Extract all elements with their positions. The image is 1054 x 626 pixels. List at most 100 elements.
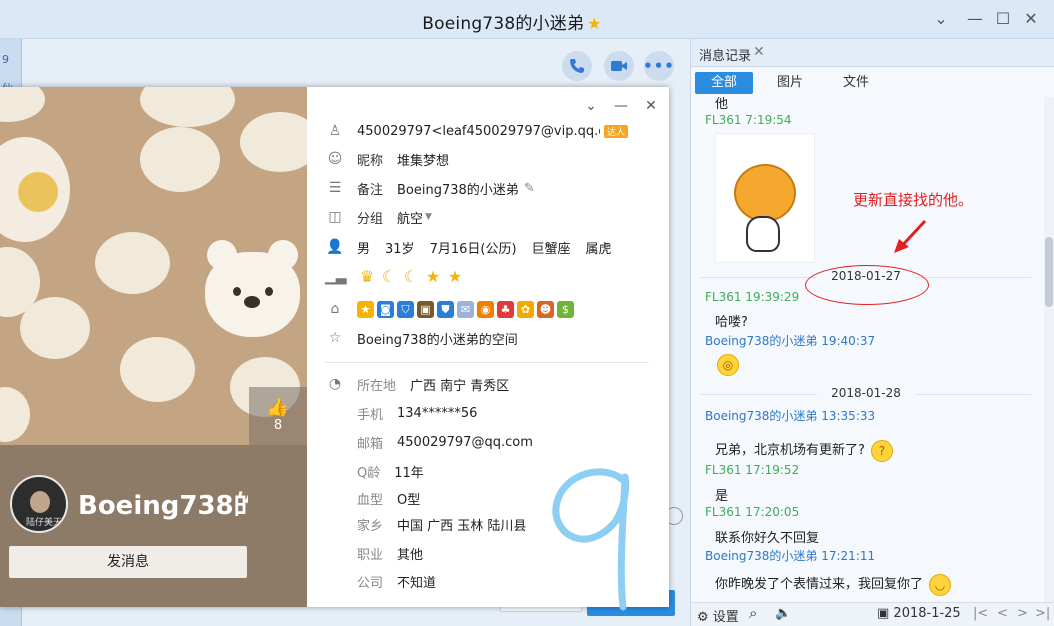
send-message-button[interactable]: 发消息 [9, 546, 247, 578]
qq-account: 450029797<leaf450029797@vip.qq.c [357, 123, 600, 139]
avatar[interactable]: 陆仔美天 [10, 475, 68, 533]
filter-all[interactable]: 全部 [695, 72, 753, 94]
more-icon: ••• [643, 57, 675, 75]
search-icon[interactable]: ⌕ [749, 604, 757, 622]
security-service-icon[interactable]: ⛊ [437, 300, 454, 318]
group-row: ◫ 分组 航空 ▼ [325, 205, 432, 229]
hometown-row: 家乡 中国 广西 玉林 陆川县 [325, 512, 526, 536]
qzone-link[interactable]: Boeing738的小迷弟的空间 [357, 329, 518, 348]
shield-service-icon[interactable]: ⛉ [397, 300, 414, 318]
sticker-image[interactable] [715, 133, 815, 263]
message-sender: Boeing738的小迷弟 19:40:37 [705, 334, 876, 348]
close-card-button[interactable]: ✕ [642, 97, 660, 115]
qage-row: Q龄 11年 [325, 459, 424, 483]
blood-label: 血型 [357, 492, 384, 508]
location-value: 广西 南宁 青秀区 [410, 378, 510, 394]
bun-decoration [20, 297, 90, 359]
face-service-icon[interactable]: ☻ [537, 300, 554, 318]
filter-files[interactable]: 文件 [843, 72, 869, 94]
title-bar: Boeing738的小迷弟 ★ ⌄ — ☐ ✕ [0, 0, 1054, 39]
next-page-icon[interactable]: > [1017, 606, 1028, 621]
company-value: 不知道 [397, 575, 437, 591]
thinking-emoji-icon: ? [870, 439, 893, 462]
qage-label: Q龄 [357, 465, 381, 481]
message-log-panel: 消息记录 ✕ 全部 图片 文件 他 FL361 7:19:54 更新直接找的他。… [690, 39, 1054, 626]
crown-icon: ♛ [359, 267, 375, 286]
log-scrollbar[interactable] [1044, 97, 1054, 605]
minimize-button[interactable]: — [964, 8, 986, 30]
qage-value: 11年 [394, 465, 424, 481]
pet-service-icon[interactable]: ✿ [517, 300, 534, 318]
location-row: ◔ 所在地 广西 南宁 青秀区 [325, 372, 509, 396]
bun-decoration [95, 232, 170, 294]
like-button[interactable]: 👍 8 [249, 387, 307, 445]
star-service-icon[interactable]: ★ [357, 300, 374, 318]
more-button[interactable]: ••• [643, 51, 675, 81]
annotation-circle [805, 265, 929, 305]
blood-row: 血型 O型 [325, 486, 420, 510]
video-call-button[interactable] [604, 51, 634, 81]
chevron-down-icon[interactable]: ⌄ [930, 8, 952, 30]
minimize-card-button[interactable]: — [612, 97, 630, 115]
phone-icon [570, 59, 584, 73]
company-row: 公司 不知道 [325, 569, 436, 593]
music-service-icon[interactable]: ◉ [477, 300, 494, 318]
expert-badge[interactable]: 达人 [604, 124, 629, 138]
display-name: Boeing738的小迷弟 [78, 491, 248, 521]
qzone-row[interactable]: ☆ Boeing738的小迷弟的空间 [325, 326, 518, 350]
first-page-icon[interactable]: |< [973, 606, 988, 621]
mail-service-icon[interactable]: ✉ [457, 300, 474, 318]
log-tab[interactable]: 消息记录 ✕ [691, 39, 1054, 67]
edit-icon[interactable]: ✎ [524, 181, 535, 196]
laughing-emoji-icon: ◡ [929, 573, 952, 596]
money-service-icon[interactable]: $ [557, 300, 574, 318]
moon-icon: ☾ [403, 267, 419, 286]
game-service-icon[interactable]: ▣ [417, 300, 434, 318]
handwritten-9 [552, 468, 630, 611]
age: 31岁 [385, 241, 415, 257]
filter-images[interactable]: 图片 [777, 72, 803, 94]
window-title: Boeing738的小迷弟 ★ [422, 14, 602, 34]
penguin-service-icon[interactable]: ♣ [497, 300, 514, 318]
smile-icon: ☺ [327, 151, 343, 167]
message-list: 他 FL361 7:19:54 更新直接找的他。 2018-01-27 FL36… [691, 97, 1041, 605]
bun-decoration [140, 127, 220, 192]
speaker-icon[interactable]: 🔈 [775, 606, 791, 621]
shocked-emoji-icon: ◎ [717, 354, 739, 376]
level-row: ▁▃ ♛ ☾ ☾ ★ ★ [325, 265, 467, 289]
phone-row: 手机 134******56 [325, 401, 477, 425]
photo-service-icon[interactable]: ◙ [377, 300, 394, 318]
message-text: 哈喽? [715, 315, 748, 330]
filter-bar: 全部 图片 文件 [691, 67, 1054, 97]
job-label: 职业 [357, 547, 384, 563]
moon-icon: ☾ [381, 267, 397, 286]
chevron-down-icon[interactable]: ⌄ [582, 97, 600, 115]
bun-decoration [0, 387, 30, 442]
phone-call-button[interactable] [562, 51, 592, 81]
bear-decoration [205, 240, 300, 337]
calendar-button[interactable]: ▣ 2018-1-25 [877, 606, 961, 621]
settings-button[interactable]: ⚙ 设置 [697, 606, 739, 625]
strip-text: 9 [2, 53, 9, 66]
service-row: ⌂ ★ ◙ ⛉ ▣ ⛊ ✉ ◉ ♣ ✿ ☻ $ [325, 297, 577, 321]
remark-value: Boeing738的小迷弟 [397, 182, 519, 198]
like-count: 8 [273, 418, 283, 433]
clock-icon: ◔ [328, 376, 342, 392]
penguin-icon: ♙ [328, 123, 342, 139]
close-icon[interactable]: ✕ [753, 44, 765, 60]
message-sender: FL361 17:19:52 [705, 463, 800, 477]
close-button[interactable]: ✕ [1020, 8, 1042, 30]
group-dropdown[interactable]: 航空 [397, 208, 423, 227]
caret-down-icon[interactable]: ▼ [425, 212, 432, 222]
arrow-icon [894, 219, 927, 253]
email-value: 450029797@qq.com [397, 434, 533, 450]
location-label: 所在地 [357, 378, 397, 394]
last-page-icon[interactable]: >| [1035, 606, 1050, 621]
star-icon: ★ [587, 14, 602, 33]
message-sender: FL361 19:39:29 [705, 290, 800, 304]
message-sender: FL361 7:19:54 [705, 113, 792, 127]
star-icon: ★ [447, 267, 463, 286]
prev-page-icon[interactable]: < [997, 606, 1008, 621]
phone-value: 134******56 [397, 405, 478, 421]
maximize-button[interactable]: ☐ [992, 8, 1014, 30]
